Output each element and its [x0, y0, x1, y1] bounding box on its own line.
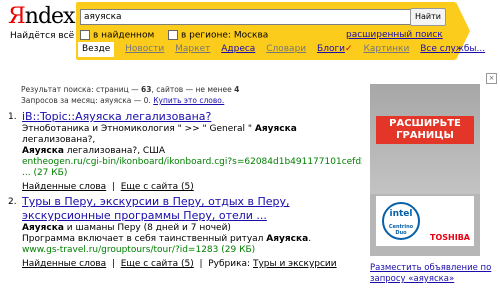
service-tabs: Везде Новости Маркет Адреса Словари Блог… — [78, 42, 493, 57]
ad-banner[interactable]: РАСШИРЬТЕ ГРАНИЦЫ intel Centrino Duo TOSH… — [370, 84, 480, 256]
tab-dictionaries[interactable]: Словари — [266, 44, 306, 54]
tab-everywhere[interactable]: Везде — [78, 42, 115, 57]
ad-product-panel: intel Centrino Duo TOSHIBA — [376, 196, 474, 246]
tab-images[interactable]: Картинки — [363, 44, 409, 54]
toshiba-logo: TOSHIBA — [430, 233, 470, 242]
found-words-link[interactable]: Найденные слова — [22, 182, 106, 192]
more-from-site-link[interactable]: Еще с сайта (5) — [121, 259, 194, 269]
result-snippet: Программа включает в себя таинственный р… — [22, 234, 312, 244]
buy-word-link[interactable]: Купить это слово. — [153, 96, 224, 105]
close-ad-icon[interactable]: × — [486, 73, 497, 84]
rubric-link[interactable]: Туры и экскурсии — [253, 259, 337, 269]
search-result: 2. Туры в Перу, экскурсии в Перу, отдых … — [8, 195, 364, 270]
result-size: ... (27 КБ) — [22, 168, 68, 178]
result-url[interactable]: www.gs-travel.ru/grouptours/tour/?id=128… — [22, 245, 218, 255]
more-from-site-link[interactable]: Еще с сайта (5) — [121, 182, 194, 192]
in-region-checkbox[interactable] — [168, 30, 178, 40]
search-input[interactable] — [80, 9, 412, 25]
result-title-link[interactable]: Туры в Перу, экскурсии в Перу, отдых в П… — [22, 195, 290, 222]
result-snippet: Аяуяска легализована?, США — [22, 146, 165, 156]
in-found-checkbox[interactable] — [80, 30, 90, 40]
result-url[interactable]: entheogen.ru/cgi-bin/ikonboard/ikonboard… — [22, 157, 362, 167]
tagline: Найдётся всё — [10, 31, 75, 41]
in-region-option[interactable]: в регионе: Москва — [168, 30, 268, 41]
result-snippet: Этноботаника и Этномикология " >> " Gene… — [22, 124, 297, 145]
search-button[interactable]: Найти — [410, 8, 446, 26]
search-result: 1. iB::Topic::Аяуяска легализована? Этно… — [8, 110, 364, 193]
found-words-link[interactable]: Найденные слова — [22, 259, 106, 269]
place-ad-link[interactable]: Разместить объявление по запросу «аяуяск… — [370, 263, 495, 285]
tab-news[interactable]: Новости — [125, 44, 164, 54]
tab-addresses[interactable]: Адреса — [221, 44, 255, 54]
yandex-logo[interactable]: Яndex — [8, 6, 75, 28]
ad-headline: РАСШИРЬТЕ ГРАНИЦЫ — [376, 116, 474, 144]
result-title-link[interactable]: iB::Topic::Аяуяска легализована? — [22, 110, 211, 123]
search-stats: Результат поиска: страниц — 63, сайтов —… — [21, 85, 240, 105]
advanced-search-link[interactable]: расширенный поиск — [346, 30, 443, 40]
intel-logo: intel Centrino Duo — [382, 202, 420, 240]
result-snippet: Аяуяска и шаманы Перу (8 дней и 7 ночей) — [22, 223, 231, 233]
in-found-option[interactable]: в найденном — [80, 30, 154, 41]
tab-all-services[interactable]: Все службы... — [420, 44, 485, 54]
tab-market[interactable]: Маркет — [175, 44, 210, 54]
checkmark-icon: ✓ — [345, 44, 353, 54]
tab-blogs[interactable]: Блоги — [317, 44, 345, 54]
